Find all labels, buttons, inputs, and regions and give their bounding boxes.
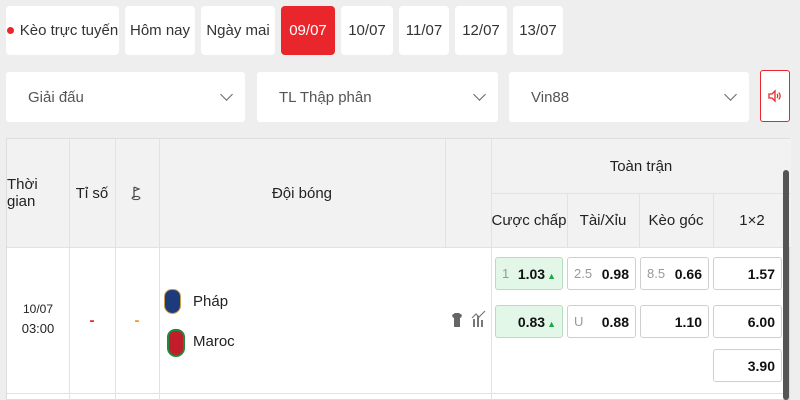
up-arrow-icon: ▲ — [547, 270, 556, 281]
divider — [713, 193, 714, 247]
odds-value: 6.00 — [747, 313, 775, 330]
tab-label: 12/07 — [462, 22, 500, 39]
odds-value: 0.66 — [674, 265, 702, 282]
odds-value: 0.88 — [601, 313, 629, 330]
tab-date-1107[interactable]: 11/07 — [399, 6, 449, 55]
corner-score: - — [134, 311, 140, 329]
tab-date-0907[interactable]: 09/07 — [281, 6, 335, 55]
chevron-down-icon — [220, 88, 233, 101]
divider — [491, 193, 791, 194]
corner-flag-icon — [131, 186, 141, 201]
tab-date-1307[interactable]: 13/07 — [513, 6, 563, 55]
tab-label: Kèo trực tuyến — [19, 22, 119, 39]
live-dot-icon — [6, 27, 14, 34]
header-1x2: 1×2 — [739, 211, 765, 229]
odds-value: 0.98 — [601, 265, 629, 282]
divider — [7, 393, 791, 394]
stats-chart-icon[interactable] — [471, 310, 487, 328]
league-select[interactable]: Giải đấu — [6, 72, 245, 122]
divider — [115, 139, 116, 400]
table-scrollbar[interactable] — [783, 170, 789, 400]
handicap-line: 1 — [502, 266, 510, 281]
away-team-logo — [167, 329, 185, 357]
up-arrow-icon: ▲ — [547, 318, 556, 329]
divider — [159, 139, 160, 400]
corners-under-odds[interactable]: 1.10 — [640, 305, 709, 338]
tab-live-odds[interactable]: Kèo trực tuyến — [6, 6, 119, 55]
over-odds[interactable]: 2.5 0.98 — [567, 257, 636, 290]
match-date: 10/07 — [22, 302, 54, 316]
header-handicap: Cược chấp — [491, 211, 567, 229]
handicap-home-odds[interactable]: 1 1.03 ▲ — [495, 257, 563, 290]
divider — [567, 193, 568, 247]
header-score: Tỉ số — [75, 184, 109, 202]
tab-date-1007[interactable]: 10/07 — [341, 6, 393, 55]
bookmaker-value: Vin88 — [531, 88, 570, 106]
odds-value: 1.03 — [517, 265, 546, 282]
odds-format-select[interactable]: TL Thập phân — [257, 72, 498, 122]
ou-line: 2.5 — [574, 266, 593, 281]
away-team-name[interactable]: Maroc — [193, 331, 235, 351]
match-score: - — [89, 311, 95, 329]
tab-label: 13/07 — [519, 22, 557, 39]
tab-label: Hôm nay — [129, 22, 191, 39]
corners-over-odds[interactable]: 8.5 0.66 — [640, 257, 709, 290]
chevron-down-icon — [473, 88, 486, 101]
header-teams: Đội bóng — [271, 184, 333, 202]
draw-odds[interactable]: 3.90 — [713, 349, 782, 382]
sound-toggle-button[interactable] — [760, 70, 790, 122]
odds-table: Thời gian Tỉ số Đội bóng Toàn trận Cược … — [6, 138, 791, 400]
league-select-value: Giải đấu — [28, 88, 84, 106]
odds-value: 0.83 — [517, 313, 546, 330]
tab-date-1207[interactable]: 12/07 — [455, 6, 507, 55]
handicap-away-odds[interactable]: 0.83 ▲ — [495, 305, 563, 338]
header-full-match: Toàn trận — [609, 157, 673, 175]
odds-value: 3.90 — [747, 357, 775, 374]
divider — [69, 139, 70, 400]
under-label: U — [574, 314, 584, 329]
divider — [639, 193, 640, 247]
header-over-under: Tài/Xỉu — [579, 211, 627, 229]
tab-label: 11/07 — [405, 22, 443, 39]
tab-today[interactable]: Hôm nay — [125, 6, 195, 55]
odds-value: 1.57 — [747, 265, 775, 282]
odds-value: 1.10 — [674, 313, 702, 330]
bookmaker-select[interactable]: Vin88 — [509, 72, 749, 122]
header-corner — [115, 139, 159, 247]
divider — [491, 139, 492, 400]
away-win-odds[interactable]: 6.00 — [713, 305, 782, 338]
chevron-down-icon — [724, 88, 737, 101]
odds-format-value: TL Thập phân — [279, 88, 372, 106]
divider — [445, 139, 446, 247]
jersey-icon[interactable] — [451, 312, 463, 328]
tab-label: 10/07 — [348, 22, 386, 39]
tab-label: Ngày mai — [206, 22, 270, 39]
tab-tomorrow[interactable]: Ngày mai — [201, 6, 275, 55]
home-team-name[interactable]: Pháp — [193, 291, 228, 311]
header-time: Thời gian — [7, 176, 38, 210]
home-win-odds[interactable]: 1.57 — [713, 257, 782, 290]
under-odds[interactable]: U 0.88 — [567, 305, 636, 338]
corners-line: 8.5 — [647, 266, 666, 281]
header-corners: Kèo góc — [648, 211, 704, 229]
divider — [7, 247, 791, 248]
speaker-icon — [768, 89, 781, 103]
home-team-logo — [164, 289, 181, 314]
match-time: 03:00 — [21, 320, 55, 336]
tab-label: 09/07 — [289, 22, 327, 39]
